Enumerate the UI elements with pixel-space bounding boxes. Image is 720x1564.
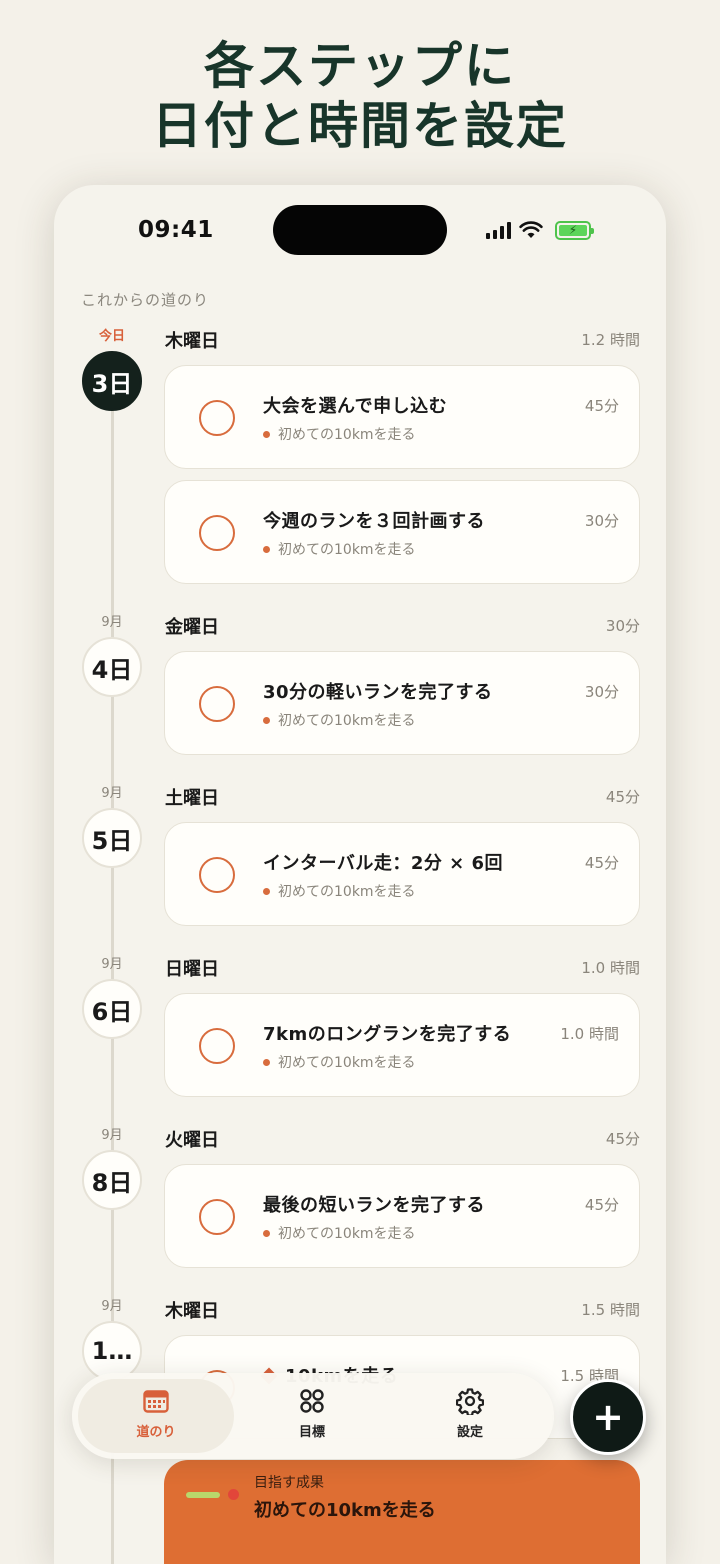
complete-checkbox[interactable] <box>199 686 235 722</box>
task-duration: 1.0 時間 <box>560 1025 619 1043</box>
date-circle[interactable]: 5日 <box>82 808 142 868</box>
plus-icon: + <box>592 1395 624 1439</box>
day-weekday: 日曜日 <box>165 959 219 980</box>
goal-card-value: 初めての10kmを走る <box>254 1500 436 1521</box>
task-card[interactable]: 最後の短いランを完了する 初めての10kmを走る 45分 <box>164 1164 640 1268</box>
task-goal: 初めての10kmを走る <box>263 710 416 730</box>
task-goal: 初めての10kmを走る <box>263 881 416 901</box>
day-total-duration: 30分 <box>605 617 640 635</box>
date-circle[interactable]: 1… <box>82 1321 142 1381</box>
task-goal-label: 初めての10kmを走る <box>278 1055 416 1071</box>
day-month: 9月 <box>101 957 123 972</box>
tab-goals[interactable]: 目標 <box>252 1387 372 1440</box>
tab-label: 設定 <box>456 1425 483 1440</box>
task-duration: 45分 <box>584 854 619 872</box>
date-circle[interactable]: 6日 <box>82 979 142 1039</box>
day-total-duration: 45分 <box>605 788 640 806</box>
task-goal-label: 初めての10kmを走る <box>278 427 416 443</box>
task-goal: 初めての10kmを走る <box>263 539 416 559</box>
task-goal-label: 初めての10kmを走る <box>278 542 416 558</box>
day-weekday: 金曜日 <box>165 617 219 638</box>
task-goal-label: 初めての10kmを走る <box>278 1226 416 1242</box>
goal-dot-icon <box>228 1489 239 1500</box>
day-total-duration: 1.2 時間 <box>581 331 640 349</box>
headline-line-2: 日付と時間を設定 <box>152 97 568 155</box>
complete-checkbox[interactable] <box>199 1199 235 1235</box>
gear-icon <box>410 1387 530 1415</box>
task-duration: 30分 <box>584 683 619 701</box>
status-time: 09:41 <box>138 217 214 243</box>
task-goal: 初めての10kmを走る <box>263 1223 416 1243</box>
dynamic-island <box>273 205 447 255</box>
day-weekday: 木曜日 <box>165 331 219 352</box>
day-weekday: 土曜日 <box>165 788 219 809</box>
tab-label: 目標 <box>298 1425 325 1440</box>
day-month: 今日 <box>98 329 125 344</box>
phone-screen: 09:41 ⚡ これからの道のり 今日 3日 木曜日 1.2 時間 大会を選んで… <box>54 185 666 1564</box>
calendar-icon <box>96 1387 216 1415</box>
complete-checkbox[interactable] <box>199 1028 235 1064</box>
task-title: インターバル走：2分 × 6回 <box>263 853 503 874</box>
signal-icon <box>486 221 511 239</box>
date-circle[interactable]: 4日 <box>82 637 142 697</box>
complete-checkbox[interactable] <box>199 857 235 893</box>
goal-progress-bar <box>186 1492 220 1498</box>
tab-settings[interactable]: 設定 <box>410 1387 530 1440</box>
headline: 各ステップに 日付と時間を設定 <box>0 36 720 156</box>
day-month: 9月 <box>101 615 123 630</box>
task-card[interactable]: 今週のランを３回計画する 初めての10kmを走る 30分 <box>164 480 640 584</box>
grid-icon <box>252 1387 372 1415</box>
goal-dot-icon <box>263 887 270 895</box>
task-card[interactable]: インターバル走：2分 × 6回 初めての10kmを走る 45分 <box>164 822 640 926</box>
tab-journey[interactable]: 道のり <box>96 1387 216 1440</box>
day-month: 9月 <box>101 786 123 801</box>
task-card[interactable]: 30分の軽いランを完了する 初めての10kmを走る 30分 <box>164 651 640 755</box>
task-goal: 初めての10kmを走る <box>263 424 416 444</box>
wifi-icon <box>519 221 543 238</box>
task-duration: 45分 <box>584 397 619 415</box>
task-goal-label: 初めての10kmを走る <box>278 713 416 729</box>
date-circle[interactable]: 8日 <box>82 1150 142 1210</box>
day-month: 9月 <box>101 1128 123 1143</box>
task-title: 30分の軽いランを完了する <box>263 682 493 703</box>
day-total-duration: 45分 <box>605 1130 640 1148</box>
day-weekday: 木曜日 <box>165 1301 219 1322</box>
tab-label: 道のり <box>136 1425 176 1440</box>
battery-icon: ⚡ <box>555 220 594 240</box>
goal-card[interactable]: 目指す成果 初めての10kmを走る <box>164 1460 640 1564</box>
task-duration: 45分 <box>584 1196 619 1214</box>
add-button[interactable]: + <box>570 1379 646 1455</box>
tab-bar: 道のり 目標 設定 <box>72 1373 554 1459</box>
day-weekday: 火曜日 <box>165 1130 219 1151</box>
task-card[interactable]: 大会を選んで申し込む 初めての10kmを走る 45分 <box>164 365 640 469</box>
task-card[interactable]: 7kmのロングランを完了する 初めての10kmを走る 1.0 時間 <box>164 993 640 1097</box>
goal-dot-icon <box>263 1229 270 1237</box>
status-icons: ⚡ <box>486 219 594 241</box>
task-goal: 初めての10kmを走る <box>263 1052 416 1072</box>
day-total-duration: 1.5 時間 <box>581 1301 640 1319</box>
goal-dot-icon <box>263 545 270 553</box>
task-title: 最後の短いランを完了する <box>263 1195 485 1216</box>
goal-dot-icon <box>263 1058 270 1066</box>
complete-checkbox[interactable] <box>199 400 235 436</box>
day-month: 9月 <box>101 1299 123 1314</box>
goal-dot-icon <box>263 430 270 438</box>
headline-line-1: 各ステップに <box>204 37 516 95</box>
task-duration: 30分 <box>584 512 619 530</box>
section-label: これからの道のり <box>81 291 210 309</box>
day-total-duration: 1.0 時間 <box>581 959 640 977</box>
task-title: 7kmのロングランを完了する <box>263 1024 512 1045</box>
goal-dot-icon <box>263 716 270 724</box>
task-title: 今週のランを３回計画する <box>263 511 485 532</box>
complete-checkbox[interactable] <box>199 515 235 551</box>
goal-card-label: 目指す成果 <box>254 1475 324 1491</box>
task-title: 大会を選んで申し込む <box>263 396 448 417</box>
task-goal-label: 初めての10kmを走る <box>278 884 416 900</box>
date-circle[interactable]: 3日 <box>82 351 142 411</box>
